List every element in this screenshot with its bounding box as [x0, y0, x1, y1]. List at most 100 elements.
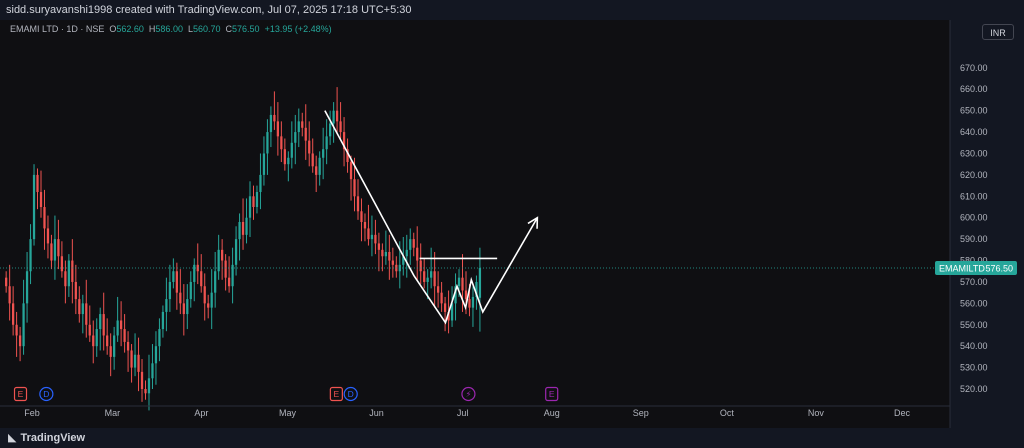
- candle-body: [57, 239, 60, 257]
- candle-body: [50, 243, 53, 261]
- price-tick-label: 560.00: [960, 298, 988, 308]
- candle-body: [78, 299, 81, 315]
- candle-body: [255, 192, 259, 208]
- candle-body: [161, 311, 165, 330]
- price-tick-label: 570.00: [960, 277, 988, 287]
- candle-body: [200, 271, 203, 287]
- price-tick-label: 530.00: [960, 363, 988, 373]
- candle-body: [53, 239, 57, 261]
- candle-body: [283, 149, 286, 165]
- candle-body: [311, 153, 314, 167]
- tradingview-logo[interactable]: ◣ TradingView: [8, 431, 85, 444]
- candle-body: [367, 228, 370, 240]
- candle-body: [461, 277, 464, 291]
- candle-body: [384, 251, 387, 257]
- event-marker[interactable]: ⚡: [461, 386, 476, 402]
- tradingview-icon: ◣: [8, 432, 17, 444]
- candle-body: [478, 268, 482, 298]
- candle-body: [116, 320, 119, 336]
- chart-area[interactable]: 520.00 530.00 540.00 550.00 560.00 570.00 580.…: [0, 20, 1024, 428]
- symbol-legend: EMAMI LTD · 1D · NSE O562.60 H586.00 L56…: [10, 24, 332, 34]
- event-marker[interactable]: E: [13, 386, 28, 402]
- price-tick-label: 610.00: [960, 191, 988, 201]
- event-marker-label: D: [348, 389, 354, 399]
- time-tick-label: Sep: [633, 408, 649, 418]
- price-tick-label: 590.00: [960, 234, 988, 244]
- chart-header: sidd.suryavanshi1998 created with Tradin…: [0, 0, 1024, 20]
- candle-body: [175, 271, 178, 293]
- price-tick-label: 670.00: [960, 63, 988, 73]
- time-axis[interactable]: Feb Mar Apr May Jun Jul Aug Sep Oct Nov Dec: [0, 405, 950, 418]
- candle-body: [332, 110, 335, 124]
- price-tick-label: 640.00: [960, 127, 988, 137]
- candle-body: [102, 314, 105, 336]
- candle-body: [440, 292, 443, 304]
- currency-button[interactable]: INR: [982, 24, 1014, 40]
- time-tick-label: Jun: [369, 408, 384, 418]
- candle-body: [370, 234, 374, 240]
- created-by-text: sidd.suryavanshi1998 created with Tradin…: [6, 4, 412, 16]
- price-tick-label: 520.00: [960, 384, 988, 394]
- footer: ◣ TradingView: [0, 428, 1024, 448]
- event-marker[interactable]: D: [343, 386, 358, 402]
- candle-body: [464, 290, 468, 300]
- price-tick-label: 660.00: [960, 84, 988, 94]
- candle-body: [140, 371, 144, 390]
- event-marker[interactable]: E: [329, 386, 343, 402]
- symbol-name: EMAMI LTD · 1D · NSE: [10, 24, 105, 34]
- candle-body: [266, 132, 269, 154]
- candle-body: [262, 153, 266, 175]
- price-chart[interactable]: 520.00530.00540.00550.00560.00570.00580.…: [0, 20, 1024, 428]
- time-tick-label: Nov: [808, 408, 825, 418]
- candle-body: [36, 174, 39, 193]
- event-marker-label: ⚡: [465, 389, 471, 399]
- candle-body: [241, 222, 245, 235]
- candle-body: [273, 114, 276, 122]
- candle-body: [189, 281, 192, 300]
- event-marker-label: E: [549, 389, 555, 399]
- change-value: +13.95 (+2.48%): [264, 24, 332, 34]
- candle-body: [71, 260, 74, 282]
- candle-body: [227, 277, 231, 287]
- candle-body: [405, 249, 408, 257]
- event-marker[interactable]: E: [545, 386, 559, 402]
- candle-body: [381, 249, 384, 257]
- candle-body: [457, 277, 461, 287]
- price-tag-symbol: EMAMILTD: [939, 264, 985, 274]
- time-tick-label: Dec: [894, 408, 911, 418]
- candle-body: [363, 222, 367, 229]
- candle-body: [74, 281, 77, 300]
- candle-body: [290, 142, 293, 158]
- candle-body: [297, 121, 300, 133]
- candle-body: [11, 303, 15, 325]
- price-tag-value: 576.50: [985, 264, 1013, 274]
- candle-body: [287, 157, 290, 165]
- candle-body: [147, 378, 151, 394]
- candle-body: [46, 228, 50, 244]
- candle-body: [22, 303, 25, 347]
- candle-body: [374, 234, 377, 244]
- price-axis[interactable]: 520.00530.00540.00550.00560.00570.00580.…: [949, 20, 1024, 428]
- price-tick-label: 540.00: [960, 341, 988, 351]
- event-marker-label: D: [43, 389, 49, 399]
- price-tick-label: 600.00: [960, 213, 988, 223]
- time-tick-label: Jul: [457, 408, 469, 418]
- event-markers[interactable]: E D E D ⚡ E: [13, 386, 559, 402]
- current-price-tag: EMAMILTD 576.50: [935, 261, 1017, 276]
- candle-body: [95, 329, 98, 347]
- candle-body: [151, 363, 154, 379]
- price-tick-label: 620.00: [960, 170, 988, 180]
- time-tick-label: Apr: [194, 408, 208, 418]
- zigzag-trend-line: [324, 110, 539, 325]
- candle-body: [328, 123, 332, 137]
- candle-body: [433, 271, 436, 287]
- candle-body: [43, 207, 46, 229]
- candle-body: [85, 303, 88, 325]
- annotations: [0, 110, 950, 325]
- candle-body: [276, 121, 280, 137]
- candle-body: [339, 121, 342, 133]
- candle-body: [423, 271, 426, 282]
- event-marker[interactable]: D: [39, 386, 54, 402]
- candle-body: [130, 350, 133, 368]
- candle-body: [144, 389, 147, 394]
